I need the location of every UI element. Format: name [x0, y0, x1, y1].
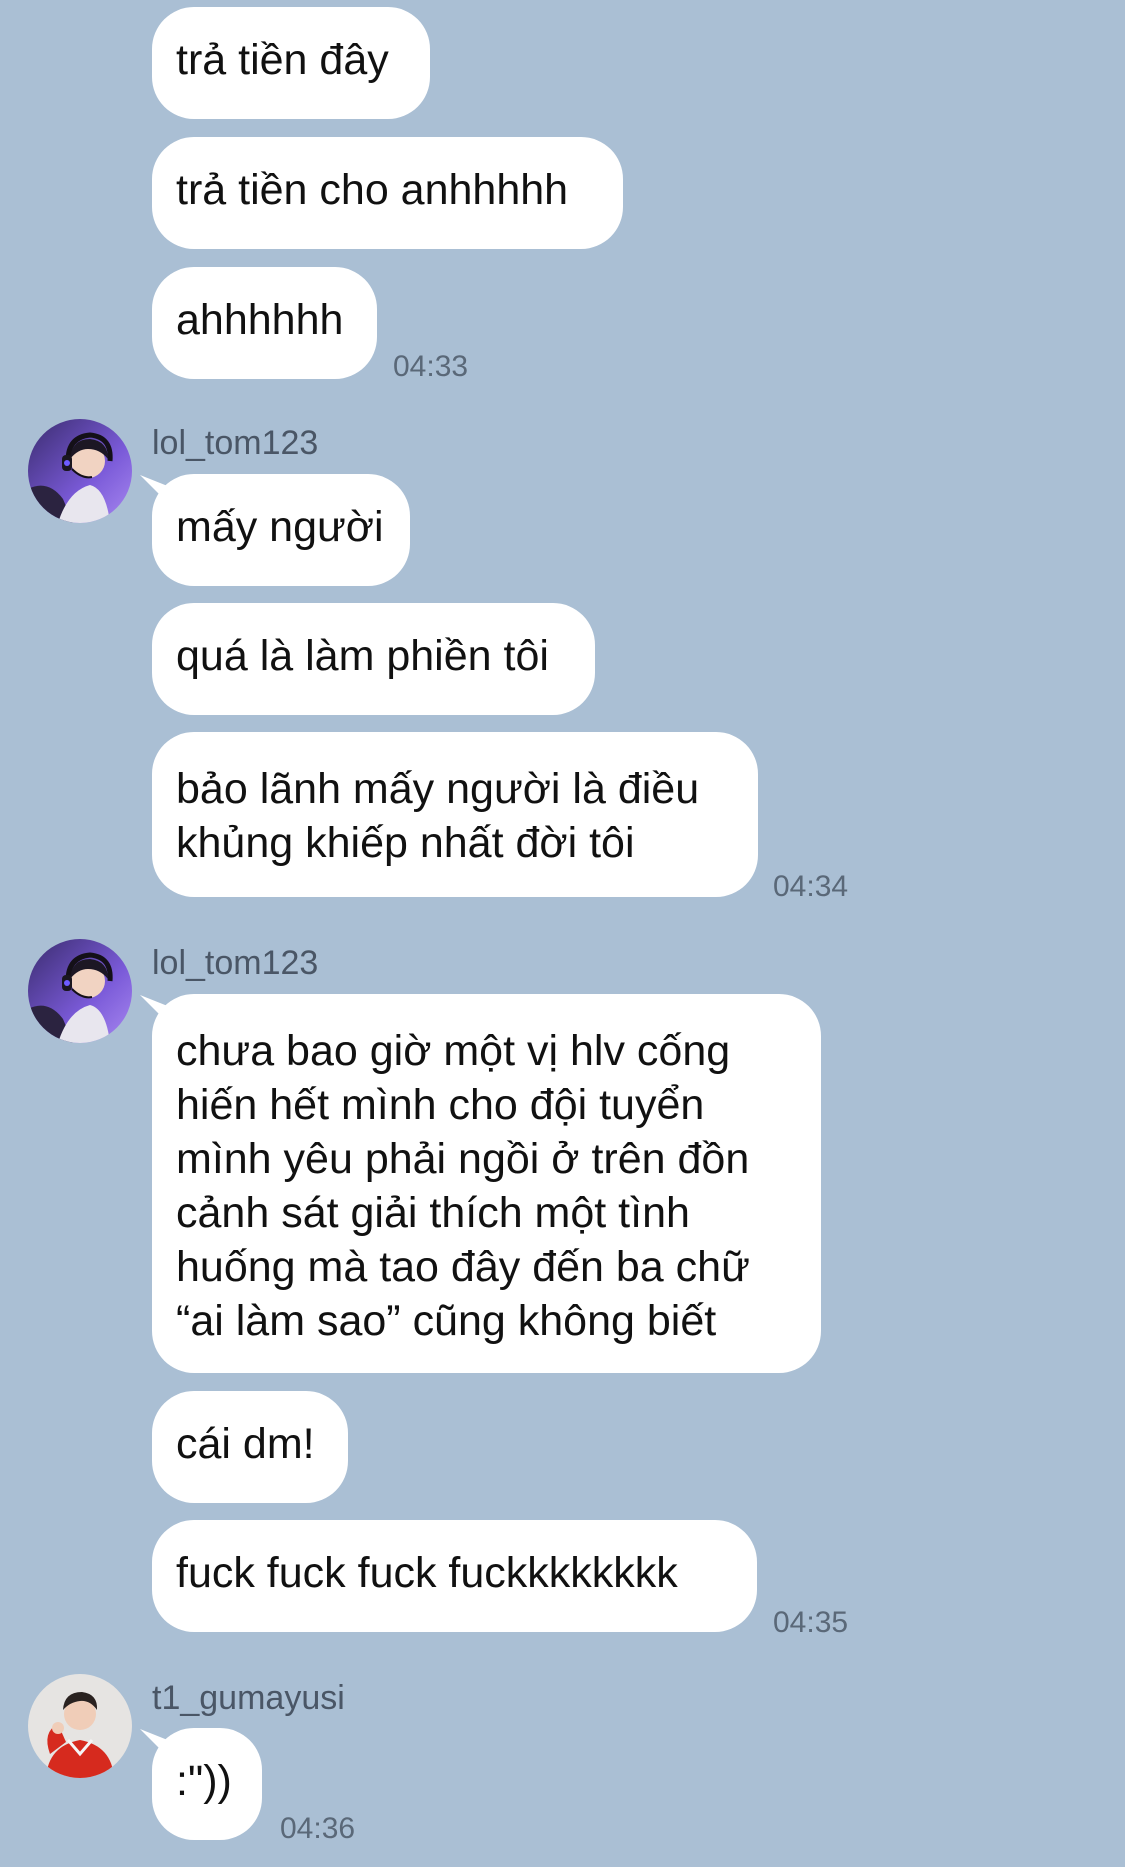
message-timestamp: 04:33	[393, 350, 469, 383]
sender-name: t1_gumayusi	[152, 1679, 345, 1717]
sender-name: lol_tom123	[152, 424, 319, 462]
message-bubble[interactable]: trả tiền đây	[152, 7, 430, 119]
message-bubble[interactable]: mấy người	[152, 474, 410, 586]
message-bubble[interactable]: :"))	[152, 1728, 262, 1840]
sender-avatar[interactable]	[28, 939, 132, 1043]
sender-avatar[interactable]	[28, 1674, 132, 1778]
red-jacket-person-avatar-icon	[28, 1674, 132, 1778]
message-bubble[interactable]: chưa bao giờ một vị hlv cống hiến hết mì…	[152, 994, 821, 1373]
sender-avatar[interactable]	[28, 419, 132, 523]
message-timestamp: 04:34	[773, 870, 849, 903]
message-timestamp: 04:35	[773, 1606, 849, 1639]
message-bubble[interactable]: trả tiền cho anhhhhh	[152, 137, 623, 249]
gamer-headset-avatar-icon	[28, 939, 132, 1043]
message-bubble[interactable]: quá là làm phiền tôi	[152, 603, 595, 715]
message-timestamp: 04:36	[280, 1812, 356, 1845]
gamer-headset-avatar-icon	[28, 419, 132, 523]
message-bubble[interactable]: cái dm!	[152, 1391, 348, 1503]
sender-name: lol_tom123	[152, 944, 319, 982]
message-bubble[interactable]: fuck fuck fuck fuckkkkkkkk	[152, 1520, 757, 1632]
message-bubble[interactable]: bảo lãnh mấy người là điều khủng khiếp n…	[152, 732, 758, 897]
message-bubble[interactable]: ahhhhhh	[152, 267, 377, 379]
